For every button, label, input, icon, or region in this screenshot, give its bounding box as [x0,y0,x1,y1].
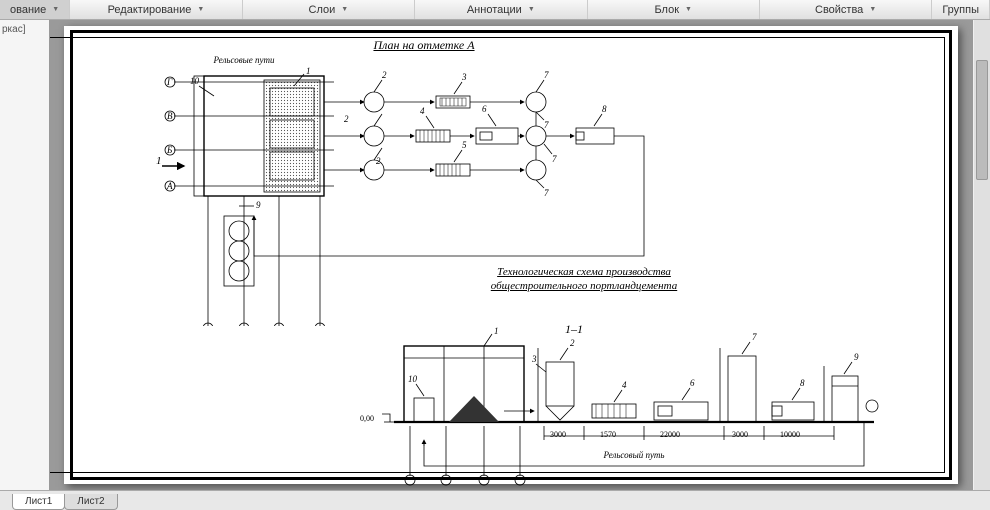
tab-sheet1[interactable]: Лист1 [12,494,65,510]
svg-text:8: 8 [800,378,805,388]
svg-text:Г: Г [166,77,173,87]
menu-layers[interactable]: Слои ▼ [243,0,415,19]
plan-diagram: Г В Б А 1 [124,66,684,326]
svg-text:4: 4 [420,106,425,116]
menu-annotations[interactable]: Аннотации ▼ [415,0,587,19]
svg-text:6: 6 [482,104,487,114]
svg-text:4: 4 [622,380,627,390]
chevron-down-icon: ▼ [869,6,876,13]
svg-text:7: 7 [544,70,549,80]
chevron-down-icon: ▼ [52,6,59,13]
menu-draw[interactable]: ование ▼ [0,0,70,19]
tab-label: Лист2 [77,496,104,507]
svg-text:8: 8 [602,104,607,114]
chevron-down-icon: ▼ [528,6,535,13]
menu-label: Блок [654,4,679,16]
svg-text:5: 5 [462,140,467,150]
menu-groups[interactable]: Группы [932,0,990,19]
menu-label: Слои [309,4,336,16]
dim-1: 3000 [550,430,566,439]
menu-label: Свойства [815,4,863,16]
svg-text:3: 3 [531,354,537,364]
vertical-scrollbar[interactable] [974,20,990,490]
dim-2: 1570 [600,430,616,439]
dim-4: 3000 [732,430,748,439]
tab-label: Лист1 [25,496,52,507]
left-panel: ркас] [0,20,50,490]
chevron-down-icon: ▼ [197,6,204,13]
svg-text:2: 2 [344,114,349,124]
dim-3: 22000 [660,430,680,439]
top-toolbar: ование ▼ Редактирование ▼ Слои ▼ Аннотации ▼… [0,0,990,20]
svg-text:3: 3 [461,72,467,82]
workarea: ркас] План на отметке А Рельсовые пути Т… [0,20,990,490]
chevron-down-icon: ▼ [685,6,692,13]
label-zero: 0,00 [360,414,374,423]
svg-text:А: А [166,181,173,191]
menu-label: Группы [942,4,979,16]
svg-text:1: 1 [306,66,311,76]
chevron-down-icon: ▼ [341,6,348,13]
svg-text:10: 10 [408,374,418,384]
svg-text:9: 9 [854,352,859,362]
canvas[interactable]: План на отметке А Рельсовые пути Техноло… [50,20,972,490]
tab-sheet2[interactable]: Лист2 [64,494,117,510]
right-scroll-area [972,20,990,490]
svg-text:9: 9 [256,200,261,210]
paper-sheet: План на отметке А Рельсовые пути Техноло… [64,26,958,484]
menu-properties[interactable]: Свойства ▼ [760,0,932,19]
dim-5: 10000 [780,430,800,439]
svg-text:Б: Б [166,145,173,155]
svg-text:7: 7 [544,188,549,198]
menu-label: Редактирование [108,4,192,16]
title-plan: План на отметке А [324,38,524,53]
label-rails: Рельсовые пути [204,56,284,65]
section-diagram: 10 1 2 3 4 [334,326,894,486]
svg-text:2: 2 [382,70,387,80]
sheet-tabs: Лист1 Лист2 [0,490,990,510]
svg-text:6: 6 [690,378,695,388]
scrollbar-thumb[interactable] [976,60,988,180]
svg-text:2: 2 [376,156,381,166]
svg-text:7: 7 [544,120,549,130]
svg-text:1: 1 [494,326,499,336]
label-rails2: Рельсовый путь [574,450,694,460]
menu-label: Аннотации [467,4,522,16]
menu-label: ование [10,4,46,16]
drawing-content: План на отметке А Рельсовые пути Техноло… [64,26,958,484]
left-panel-text: ркас] [2,24,26,35]
menu-block[interactable]: Блок ▼ [588,0,760,19]
svg-text:7: 7 [752,332,757,342]
svg-text:В: В [167,111,173,121]
svg-text:7: 7 [552,154,557,164]
menu-edit[interactable]: Редактирование ▼ [70,0,242,19]
svg-text:10: 10 [190,76,200,86]
svg-text:2: 2 [570,338,575,348]
svg-text:1: 1 [156,155,162,167]
